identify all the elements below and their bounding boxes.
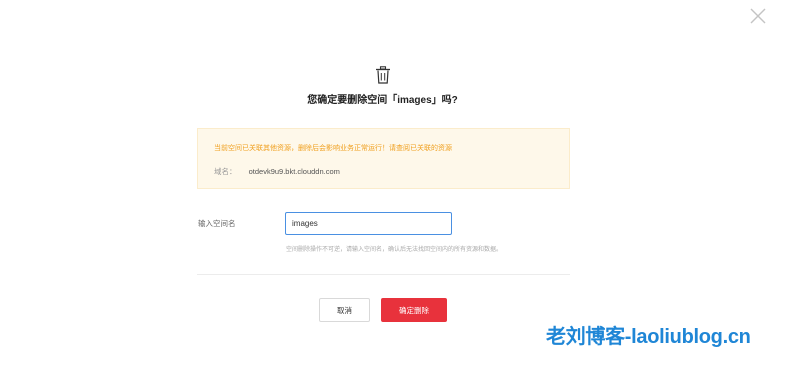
dialog-title: 您确定要删除空间「images」吗? <box>307 95 458 106</box>
watermark: 老刘博客-laoliublog.cn <box>546 326 751 348</box>
cancel-button[interactable]: 取消 <box>319 298 370 322</box>
space-name-input[interactable] <box>285 212 452 235</box>
domain-value: otdevk9u9.bkt.clouddn.com <box>248 167 340 176</box>
input-hint: 空间删除操作不可逆，请输入空间名，确认后无法找回空间内的所有资源和数据。 <box>286 247 503 253</box>
domain-label: 域名： <box>214 167 237 176</box>
warning-box: 当前空间已关联其他资源，删除后会影响业务正常运行！请查阅已关联的资源 域名： o… <box>197 128 570 189</box>
space-name-label: 输入空间名 <box>198 219 236 228</box>
domain-row: 域名： otdevk9u9.bkt.clouddn.com <box>214 166 340 177</box>
warning-text: 当前空间已关联其他资源，删除后会影响业务正常运行！请查阅已关联的资源 <box>214 145 452 152</box>
close-icon[interactable] <box>749 7 767 25</box>
divider <box>197 274 570 275</box>
trash-icon <box>376 66 390 84</box>
confirm-delete-button[interactable]: 确定删除 <box>381 298 447 322</box>
